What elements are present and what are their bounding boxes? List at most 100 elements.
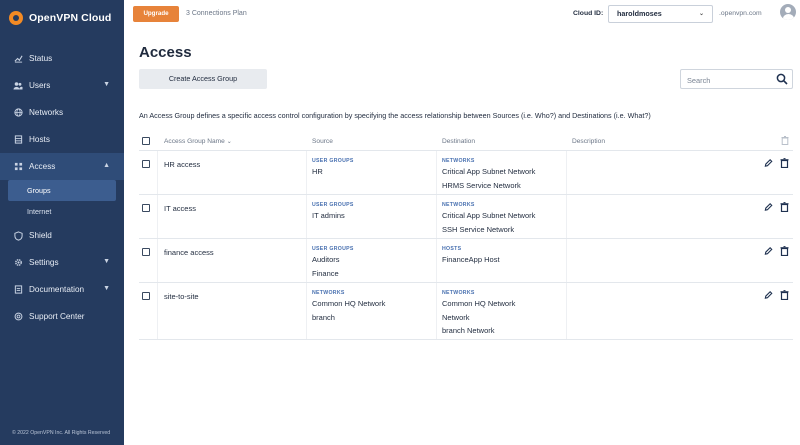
user-avatar-icon[interactable] — [780, 4, 796, 20]
column-divider — [566, 151, 567, 194]
sidebar-subitem-groups[interactable]: Groups — [8, 180, 116, 201]
users-icon — [13, 81, 23, 91]
delete-icon[interactable] — [780, 246, 789, 256]
edit-icon[interactable] — [764, 202, 773, 212]
edit-icon[interactable] — [764, 290, 773, 300]
destination-cell: NETWORKS Common HQ Network Network branc… — [442, 289, 515, 338]
chevron-down-icon: ⌄ — [698, 11, 704, 17]
edit-icon[interactable] — [764, 246, 773, 256]
source-kind: USER GROUPS — [312, 246, 354, 252]
cloud-id-select[interactable]: haroldmoses ⌄ — [608, 5, 713, 23]
chevron-up-icon[interactable]: ▲ — [103, 162, 110, 169]
sidebar-item-status[interactable]: Status — [0, 45, 124, 72]
source-item: Auditors — [312, 255, 340, 264]
row-checkbox[interactable] — [142, 248, 150, 256]
access-groups-table: Access Group Name ⌄ Source Destination D… — [139, 131, 793, 340]
access-icon — [13, 162, 23, 172]
shield-icon — [13, 230, 23, 241]
group-name[interactable]: finance access — [164, 248, 214, 257]
search-input[interactable] — [681, 71, 766, 90]
column-divider — [436, 239, 437, 282]
sidebar-item-settings[interactable]: Settings ▼ — [0, 249, 124, 276]
source-kind: USER GROUPS — [312, 158, 354, 164]
column-header-source: Source — [312, 138, 333, 145]
sidebar-item-access[interactable]: Access ▲ — [0, 153, 124, 180]
delete-icon[interactable] — [780, 158, 789, 168]
chevron-down-icon: ⌄ — [226, 139, 232, 145]
chevron-down-icon[interactable]: ▼ — [103, 285, 110, 292]
column-divider — [566, 195, 567, 238]
column-header-name[interactable]: Access Group Name ⌄ — [164, 138, 232, 145]
column-divider — [436, 283, 437, 339]
brand-name: OpenVPN Cloud — [29, 12, 112, 24]
top-bar: Upgrade 3 Connections Plan Cloud ID: har… — [124, 0, 800, 30]
upgrade-button[interactable]: Upgrade — [133, 6, 179, 22]
sidebar-item-label: Shield — [29, 231, 52, 240]
sidebar-item-label: Networks — [29, 108, 64, 117]
group-name[interactable]: site-to-site — [164, 292, 199, 301]
bulk-delete-icon — [781, 136, 789, 147]
row-actions — [764, 246, 789, 256]
sidebar-item-label: Users — [29, 81, 51, 90]
chevron-down-icon[interactable]: ▼ — [103, 81, 110, 88]
source-item: IT admins — [312, 211, 345, 220]
table-row[interactable]: HR access USER GROUPS HR NETWORKS Critic… — [139, 151, 793, 195]
delete-icon[interactable] — [780, 202, 789, 212]
chart-icon — [13, 54, 23, 64]
row-checkbox[interactable] — [142, 204, 150, 212]
destination-item: HRMS Service Network — [442, 180, 521, 190]
column-header-description: Description — [572, 138, 605, 145]
destination-kind: NETWORKS — [442, 158, 475, 164]
create-access-group-button[interactable]: Create Access Group — [139, 69, 267, 89]
column-divider — [306, 195, 307, 238]
table-row[interactable]: finance access USER GROUPS Auditors Fina… — [139, 239, 793, 283]
edit-icon[interactable] — [764, 158, 773, 168]
sidebar-item-networks[interactable]: Networks — [0, 99, 124, 126]
source-kind: USER GROUPS — [312, 202, 354, 208]
group-name[interactable]: IT access — [164, 204, 196, 213]
sidebar-item-documentation[interactable]: Documentation ▼ — [0, 276, 124, 303]
destination-item: FinanceApp Host — [442, 255, 500, 264]
destination-item: Common HQ Network — [442, 299, 516, 308]
domain-suffix: .openvpn.com — [719, 10, 762, 17]
sidebar-item-label: Settings — [29, 258, 59, 267]
sidebar-item-label: Hosts — [29, 135, 50, 144]
destination-item: Critical App Subnet Network — [442, 211, 536, 220]
column-divider — [157, 151, 158, 194]
column-divider — [306, 151, 307, 194]
row-checkbox[interactable] — [142, 292, 150, 300]
table-row[interactable]: site-to-site NETWORKS Common HQ Network … — [139, 283, 793, 340]
destination-kind: HOSTS — [442, 246, 462, 252]
brand[interactable]: OpenVPN Cloud — [0, 0, 124, 36]
column-divider — [306, 239, 307, 282]
search-icon[interactable] — [776, 73, 788, 85]
page-description: An Access Group defines a specific acces… — [139, 111, 651, 120]
destination-cell: HOSTS FinanceApp Host — [442, 245, 500, 267]
sidebar-nav: Status Users ▼ Networks Hosts Access ▲ G… — [0, 45, 124, 330]
cloud-id-value: haroldmoses — [617, 9, 662, 18]
doc-icon — [13, 285, 23, 295]
select-all-checkbox[interactable] — [142, 137, 150, 145]
server-icon — [13, 135, 23, 145]
gear-icon — [13, 258, 23, 268]
column-header-destination: Destination — [442, 138, 475, 145]
table-header: Access Group Name ⌄ Source Destination D… — [139, 131, 793, 151]
globe-icon — [13, 108, 23, 118]
delete-icon[interactable] — [780, 290, 789, 300]
destination-kind: NETWORKS — [442, 290, 475, 296]
row-checkbox[interactable] — [142, 160, 150, 168]
destination-cell: NETWORKS Critical App Subnet Network SSH… — [442, 201, 535, 236]
sidebar-item-users[interactable]: Users ▼ — [0, 72, 124, 99]
destination-item: Network — [442, 312, 470, 322]
row-actions — [764, 158, 789, 168]
sidebar-item-shield[interactable]: Shield — [0, 222, 124, 249]
source-cell: USER GROUPS HR — [312, 157, 354, 179]
chevron-down-icon[interactable]: ▼ — [103, 258, 110, 265]
search-box — [680, 69, 793, 90]
destination-item: branch Network — [442, 326, 495, 335]
table-row[interactable]: IT access USER GROUPS IT admins NETWORKS… — [139, 195, 793, 239]
group-name[interactable]: HR access — [164, 160, 200, 169]
sidebar-subitem-internet[interactable]: Internet — [0, 201, 124, 222]
sidebar-item-support-center[interactable]: Support Center — [0, 303, 124, 330]
sidebar-item-hosts[interactable]: Hosts — [0, 126, 124, 153]
